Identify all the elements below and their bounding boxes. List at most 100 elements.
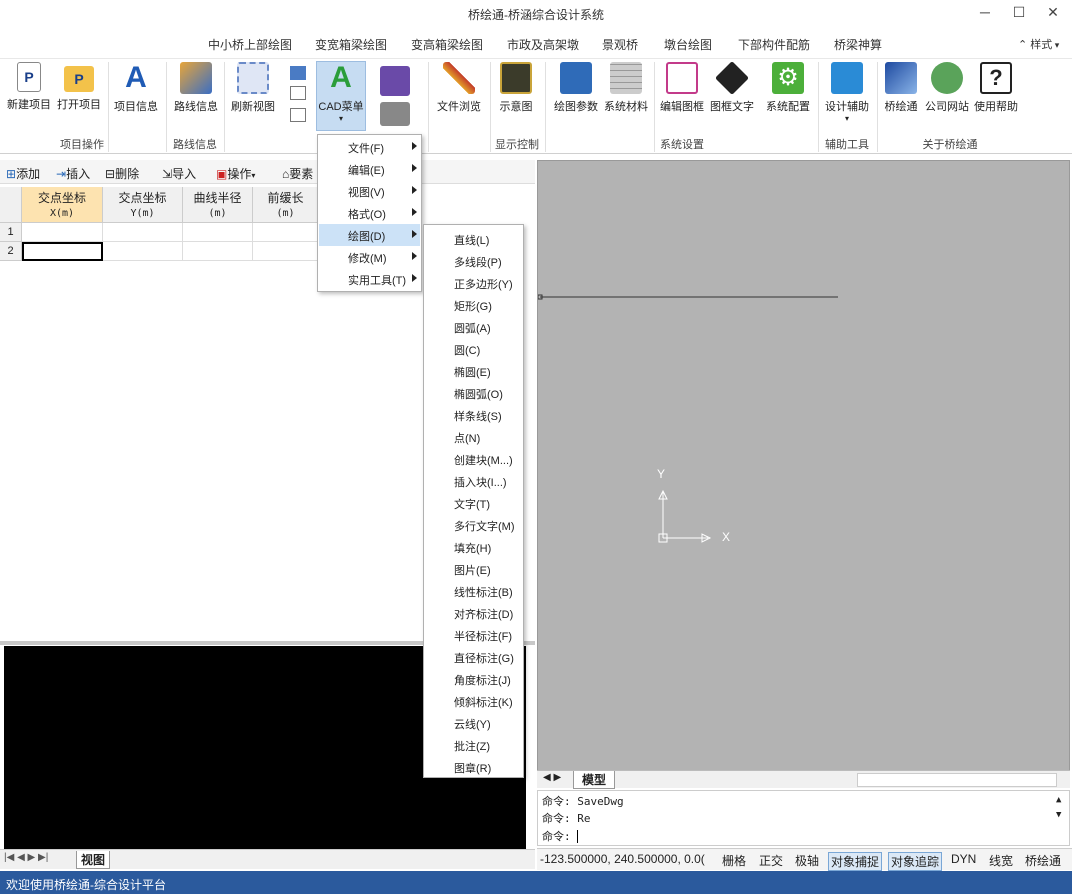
osnap-toggle[interactable]: 对象捕捉: [828, 852, 883, 871]
command-area[interactable]: 命令: SaveDwg 命令: Re 命令: ▲ ▼: [537, 790, 1070, 846]
refresh-view-button[interactable]: 刷新视图: [229, 62, 277, 114]
grid-toggle[interactable]: 栅格: [722, 852, 746, 869]
col-header-transition[interactable]: 前缓长 (m): [253, 187, 319, 223]
menu-item-edit[interactable]: 编辑(E): [348, 162, 417, 178]
menu-item-utilities[interactable]: 实用工具(T): [348, 272, 417, 288]
frame-text-button[interactable]: 图框文字: [708, 61, 756, 114]
edit-frame-button[interactable]: 编辑图框: [658, 62, 706, 114]
row-header[interactable]: 2: [0, 242, 22, 261]
menu-item-polygon[interactable]: 正多边形(Y): [454, 276, 513, 292]
project-info-button[interactable]: A 项目信息: [112, 62, 160, 114]
add-button[interactable]: ⊞添加: [6, 165, 40, 182]
sys-config-button[interactable]: ⚙ 系统配置: [764, 62, 812, 114]
route-info-button[interactable]: 路线信息: [172, 62, 220, 114]
diagram-button[interactable]: 示意图: [496, 62, 536, 114]
small-column-icon[interactable]: [290, 108, 306, 122]
menu-item-format[interactable]: 格式(O): [348, 206, 417, 222]
menu-item-view[interactable]: 视图(V): [348, 184, 417, 200]
cad-menu-content[interactable]: A CAD菜单 ▾: [316, 62, 366, 124]
tab-abutment[interactable]: 墩台绘图: [664, 36, 712, 53]
tab-var-width-box[interactable]: 变宽箱梁绘图: [315, 36, 387, 53]
menu-item-stamp[interactable]: 图章(R): [454, 760, 491, 776]
lineweight-toggle[interactable]: 线宽: [989, 852, 1013, 869]
menu-item-radius-dim[interactable]: 半径标注(F): [454, 628, 512, 644]
small-frame-icon[interactable]: [290, 86, 306, 100]
qiaohuitong-button[interactable]: 桥绘通: [880, 62, 922, 114]
menu-item-point[interactable]: 点(N): [454, 430, 480, 446]
import-button[interactable]: ⇲导入: [162, 165, 196, 182]
polar-toggle[interactable]: 极轴: [795, 852, 819, 869]
col-header-radius[interactable]: 曲线半径 (m): [183, 187, 253, 223]
menu-item-hatch[interactable]: 填充(H): [454, 540, 491, 556]
otrack-toggle[interactable]: 对象追踪: [888, 852, 943, 871]
menu-item-modify[interactable]: 修改(M): [348, 250, 417, 266]
grid-cell[interactable]: [103, 242, 183, 261]
tab-rebar[interactable]: 下部构件配筋: [738, 36, 810, 53]
menu-item-spline[interactable]: 样条线(S): [454, 408, 502, 424]
tab-var-height-box[interactable]: 变高箱梁绘图: [411, 36, 483, 53]
menu-item-aligned-dim[interactable]: 对齐标注(D): [454, 606, 513, 622]
menu-item-oblique-dim[interactable]: 倾斜标注(K): [454, 694, 513, 710]
menu-item-ellipse[interactable]: 椭圆(E): [454, 364, 491, 380]
menu-item-mtext[interactable]: 多行文字(M): [454, 518, 515, 534]
menu-item-elliptic-arc[interactable]: 椭圆弧(O): [454, 386, 503, 402]
menu-item-line[interactable]: 直线(L): [454, 232, 489, 248]
grid-cell[interactable]: [183, 242, 253, 261]
grid-cell[interactable]: [253, 242, 319, 261]
horizontal-scrollbar[interactable]: [857, 773, 1057, 787]
menu-item-text[interactable]: 文字(T): [454, 496, 490, 512]
menu-item-rectangle[interactable]: 矩形(G): [454, 298, 492, 314]
menu-item-polyline[interactable]: 多线段(P): [454, 254, 502, 270]
tab-municipal-pier[interactable]: 市政及高架墩: [507, 36, 579, 53]
dyn-toggle[interactable]: DYN: [951, 852, 976, 866]
ortho-toggle[interactable]: 正交: [759, 852, 783, 869]
style-dropdown[interactable]: ⌃ 样式 ▾: [1018, 36, 1059, 52]
important-button[interactable]: ⌂要素: [282, 165, 313, 182]
new-project-button[interactable]: P 新建项目: [6, 62, 52, 112]
operate-dropdown[interactable]: ▣操作▾: [216, 165, 255, 182]
grid-cell-active[interactable]: [22, 242, 103, 261]
menu-item-revcloud[interactable]: 云线(Y): [454, 716, 491, 732]
save-print-icon[interactable]: [380, 66, 414, 128]
help-button[interactable]: ? 使用帮助: [972, 62, 1020, 114]
close-button[interactable]: ✕: [1030, 0, 1072, 26]
draw-params-button[interactable]: 绘图参数: [552, 62, 600, 114]
menu-item-diameter-dim[interactable]: 直径标注(G): [454, 650, 514, 666]
menu-item-linear-dim[interactable]: 线性标注(B): [454, 584, 513, 600]
grid-cell[interactable]: [22, 223, 103, 242]
small-tool-icon[interactable]: [290, 66, 306, 80]
menu-item-insert-block[interactable]: 插入块(I...): [454, 474, 507, 490]
file-browse-button[interactable]: 文件浏览: [434, 62, 484, 114]
grid-cell[interactable]: [253, 223, 319, 242]
menu-item-draw[interactable]: 绘图(D): [348, 228, 417, 244]
tab-calc[interactable]: 桥梁神算: [834, 36, 882, 53]
tab-model[interactable]: 模型: [573, 771, 616, 789]
nav-arrows-icon[interactable]: |◀ ◀ ▶ ▶|: [4, 852, 48, 863]
menu-item-circle[interactable]: 圆(C): [454, 342, 480, 358]
tab-view[interactable]: 视图: [76, 851, 111, 869]
cad-canvas[interactable]: Y X: [537, 160, 1070, 771]
insert-button[interactable]: ⇥插入: [56, 165, 90, 182]
tab-small-bridge[interactable]: 中小桥上部绘图: [208, 36, 292, 53]
grid-cell[interactable]: [183, 223, 253, 242]
open-project-button[interactable]: P 打开项目: [56, 62, 102, 112]
scroll-down-icon[interactable]: ▼: [1056, 810, 1061, 820]
sys-material-button[interactable]: 系统材料: [602, 62, 650, 114]
row-header[interactable]: 1: [0, 223, 22, 242]
scroll-up-icon[interactable]: ▲: [1056, 795, 1061, 805]
menu-item-arc[interactable]: 圆弧(A): [454, 320, 491, 336]
grid-cell[interactable]: [103, 223, 183, 242]
nav-arrows-icon[interactable]: ◀ ▶: [543, 772, 561, 783]
menu-item-file[interactable]: 文件(F): [348, 140, 417, 156]
col-header-y[interactable]: 交点坐标 Y(m): [103, 187, 183, 223]
menu-item-angular-dim[interactable]: 角度标注(J): [454, 672, 511, 688]
command-prompt[interactable]: 命令:: [542, 828, 585, 844]
tab-landscape-bridge[interactable]: 景观桥: [602, 36, 638, 53]
col-header-x[interactable]: 交点坐标 X(m): [22, 187, 103, 223]
company-site-button[interactable]: 公司网站: [924, 62, 970, 114]
design-aid-button[interactable]: 设计辅助 ▾: [822, 62, 872, 123]
menu-item-create-block[interactable]: 创建块(M...): [454, 452, 513, 468]
menu-item-annotation[interactable]: 批注(Z): [454, 738, 490, 754]
menu-item-image[interactable]: 图片(E): [454, 562, 491, 578]
delete-button[interactable]: ⊟删除: [105, 165, 139, 182]
